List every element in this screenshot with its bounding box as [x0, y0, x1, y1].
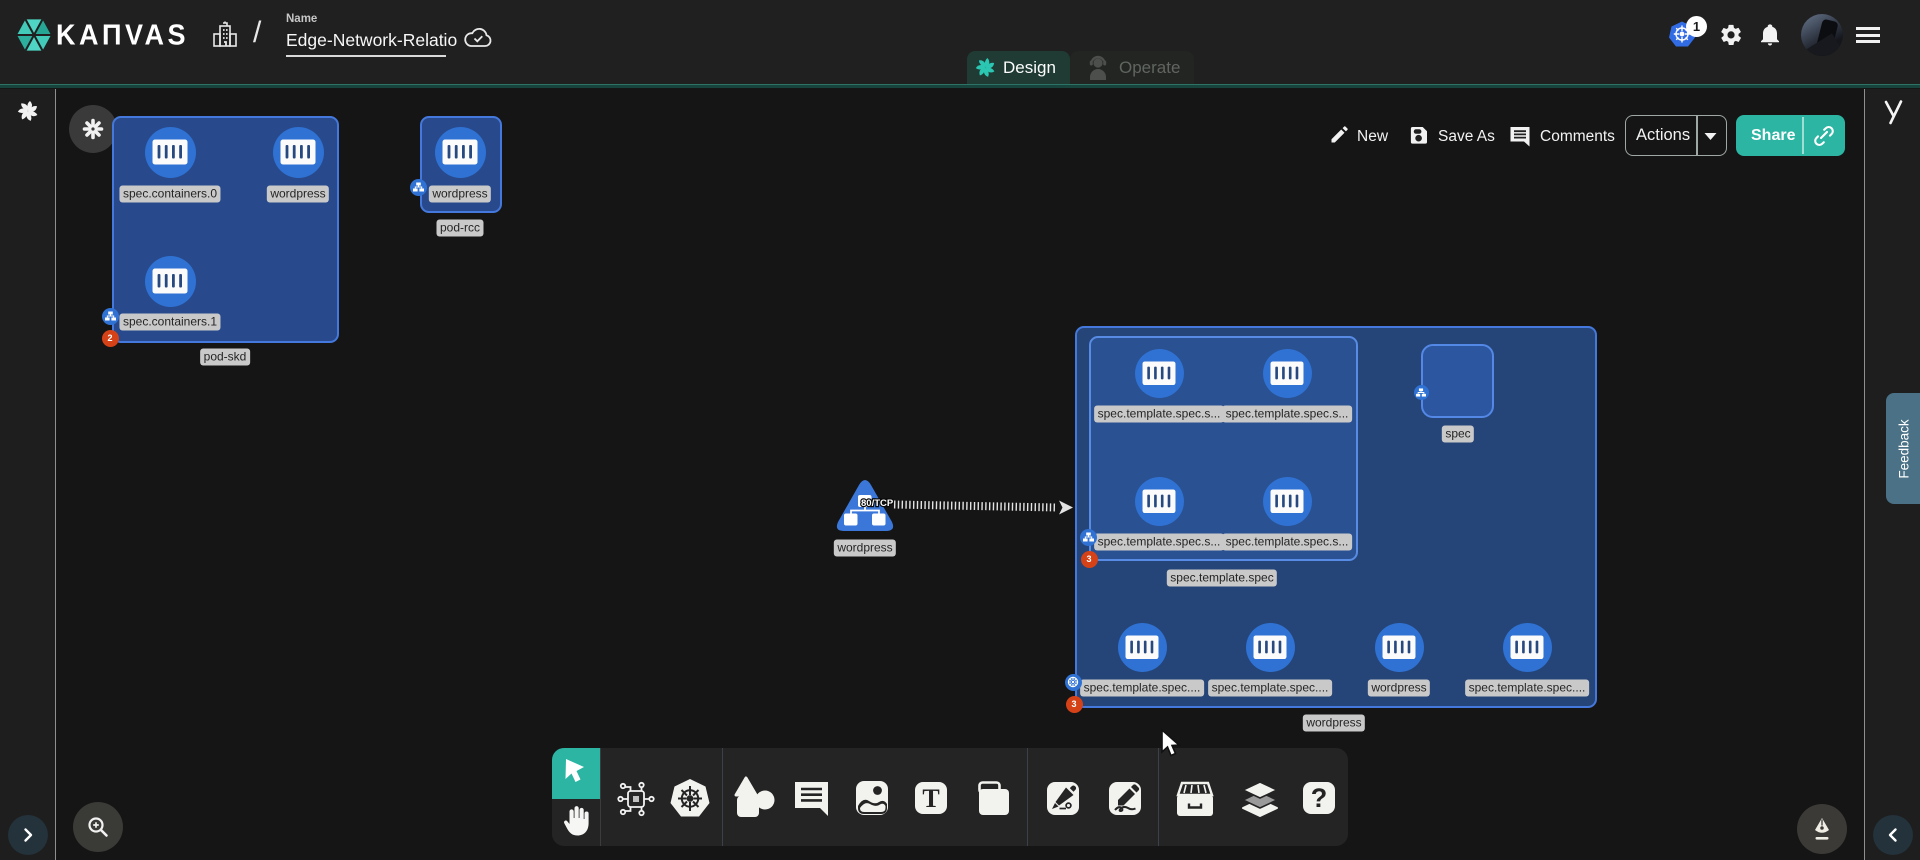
svg-text:80/TCP: 80/TCP: [861, 498, 894, 509]
svg-text:T: T: [922, 784, 939, 813]
svg-text:?: ?: [1311, 783, 1328, 813]
